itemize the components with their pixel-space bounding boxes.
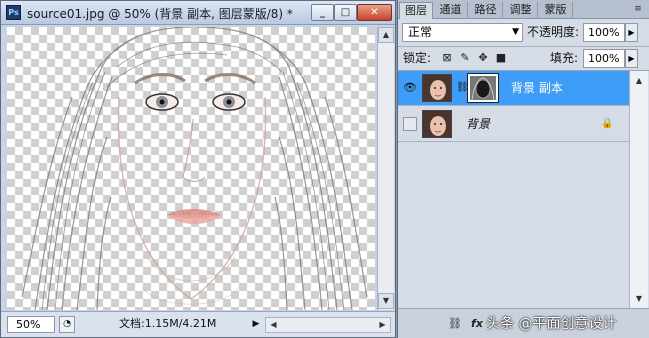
opacity-label: 不透明度: [527, 25, 580, 39]
layer-thumbnail[interactable] [422, 110, 452, 138]
scroll-right-button[interactable]: ▶ [375, 318, 390, 332]
layer-name[interactable]: 背景 副本 [511, 81, 563, 96]
status-bar: 50% ◔ 文档:1.15M/4.21M ▶ ◀ ▶ [1, 311, 395, 337]
maximize-button[interactable]: □ [334, 4, 357, 21]
visibility-toggle-box[interactable] [403, 117, 417, 131]
lock-icon: 🔒 [601, 118, 614, 129]
chevron-down-icon: ▼ [512, 27, 519, 37]
layer-name[interactable]: 背景 [466, 117, 490, 132]
lock-position-move-icon[interactable]: ✥ [476, 51, 490, 65]
canvas-horizontal-scrollbar[interactable]: ◀ ▶ [265, 317, 391, 333]
panel-tabs: 图层 通道 路径 调整 蒙版 ≡ [398, 0, 649, 19]
fill-label: 填充: [550, 51, 579, 65]
tab-channels[interactable]: 通道 [434, 2, 468, 19]
link-icon[interactable]: ⛓ [446, 316, 464, 332]
portrait-image [21, 27, 368, 310]
layers-vertical-scrollbar[interactable]: ▲ ▼ [629, 71, 648, 309]
layers-bottom-toolbar: ⛓ fx 头条 @平面创意设计 [398, 308, 649, 338]
minimize-button[interactable]: _ [311, 4, 334, 21]
layer-row[interactable]: 背景 🔒 [398, 107, 629, 142]
scroll-up-button[interactable]: ▲ [378, 27, 394, 43]
scroll-up-button[interactable]: ▲ [631, 73, 647, 88]
lock-transparent-icon[interactable]: ⊠ [440, 51, 454, 65]
fill-slider-button[interactable]: ▶ [625, 49, 638, 68]
scroll-left-button[interactable]: ◀ [266, 318, 281, 332]
canvas-vertical-scrollbar[interactable]: ▲ ▼ [377, 27, 394, 310]
tab-layers[interactable]: 图层 [399, 2, 433, 19]
lock-image-brush-icon[interactable]: ✎ [458, 51, 472, 65]
photoshop-icon: Ps [6, 5, 21, 20]
tab-paths[interactable]: 路径 [469, 2, 503, 19]
document-title: source01.jpg @ 50% (背景 副本, 图层蒙版/8) * [27, 7, 293, 21]
document-titlebar[interactable]: Ps source01.jpg @ 50% (背景 副本, 图层蒙版/8) * … [1, 1, 395, 25]
layers-list: 👁 ⛓ 背景 副本 背景 🔒 ▲ ▼ [398, 70, 649, 309]
opacity-field[interactable]: 100% [583, 23, 625, 42]
divider [398, 46, 649, 47]
fill-field[interactable]: 100% [583, 49, 625, 68]
watermark-text: 头条 @平面创意设计 [486, 316, 617, 332]
navigator-icon[interactable]: ◔ [59, 316, 75, 333]
lock-all-icon[interactable]: ■ [494, 51, 508, 65]
eye-icon[interactable]: 👁 [403, 81, 417, 95]
opacity-slider-button[interactable]: ▶ [625, 23, 638, 42]
scroll-down-button[interactable]: ▼ [378, 293, 394, 309]
tab-adjustments[interactable]: 调整 [504, 2, 538, 19]
document-window: Ps source01.jpg @ 50% (背景 副本, 图层蒙版/8) * … [0, 0, 396, 338]
layer-mask-thumbnail[interactable] [467, 73, 499, 103]
blend-mode-select[interactable]: 正常 ▼ [402, 23, 523, 42]
blend-mode-value: 正常 [408, 25, 433, 39]
layers-panel: 图层 通道 路径 调整 蒙版 ≡ 正常 ▼ 不透明度: 100% ▶ 锁定: ⊠… [397, 0, 649, 338]
lock-label: 锁定: [403, 51, 432, 65]
zoom-level-field[interactable]: 50% [7, 316, 55, 333]
mask-link-chain-icon[interactable]: ⛓ [456, 81, 469, 95]
image-canvas[interactable] [7, 27, 375, 310]
layer-thumbnail[interactable] [422, 74, 452, 102]
status-menu-arrow-icon[interactable]: ▶ [249, 316, 263, 333]
layer-row[interactable]: 👁 ⛓ 背景 副本 [398, 71, 629, 106]
fx-icon[interactable]: fx [468, 316, 486, 332]
close-button[interactable]: ✕ [357, 4, 392, 21]
tab-masks[interactable]: 蒙版 [539, 2, 573, 19]
panel-menu-icon[interactable]: ≡ [630, 3, 646, 15]
document-info[interactable]: 文档:1.15M/4.21M [77, 316, 247, 333]
scroll-down-button[interactable]: ▼ [631, 291, 647, 306]
